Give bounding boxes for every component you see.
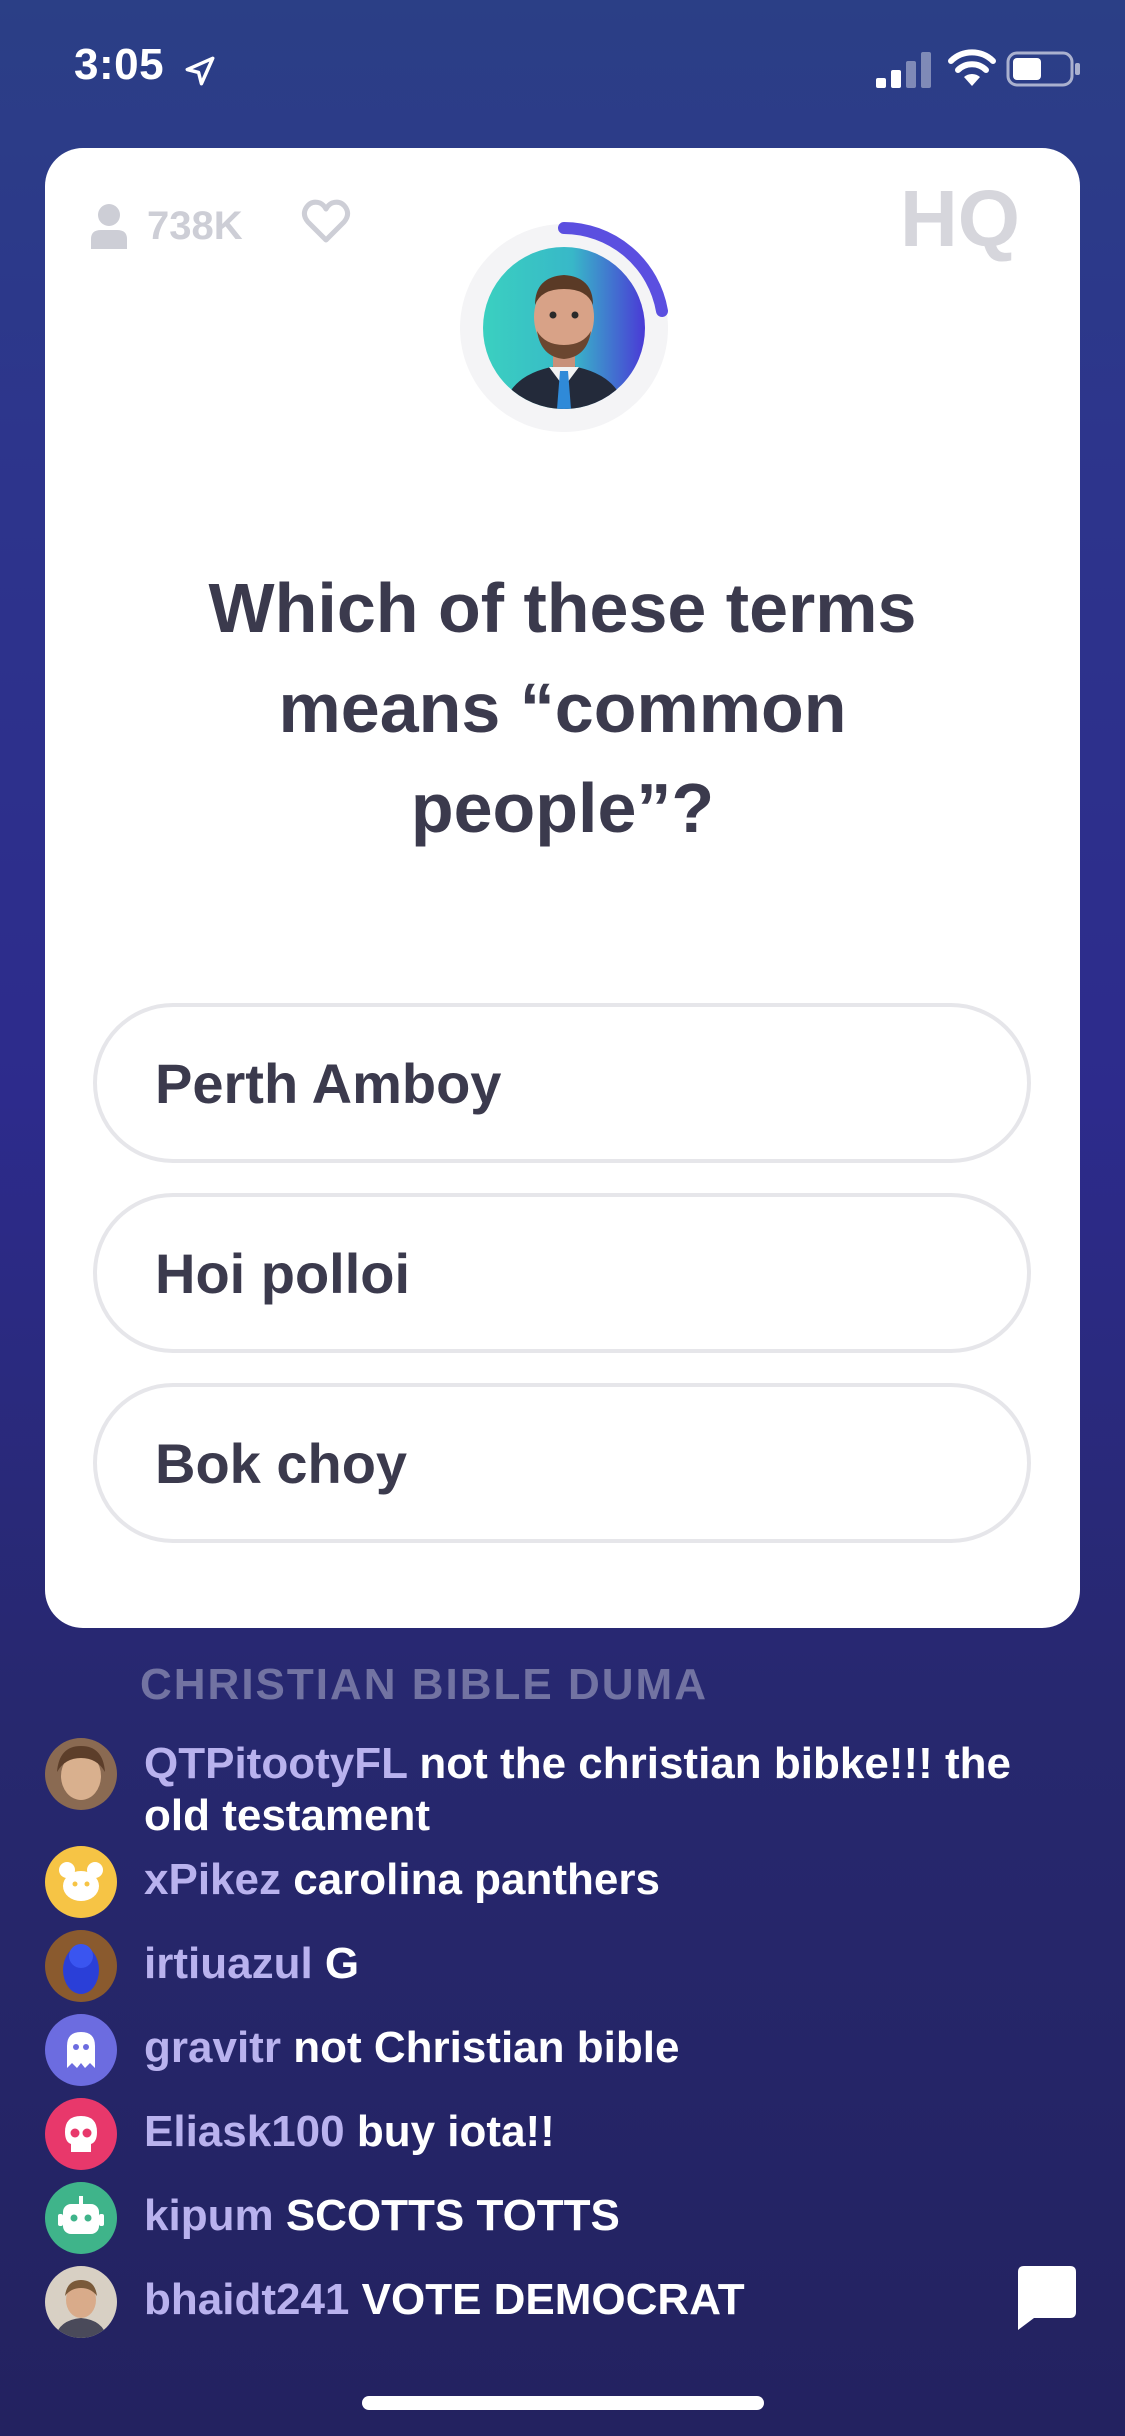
chat-username[interactable]: irtiuazul bbox=[144, 1939, 313, 1988]
chat-message-text: not Christian bible bbox=[293, 2023, 680, 2072]
status-bar: 3:05 bbox=[0, 0, 1125, 140]
wifi-icon bbox=[948, 49, 996, 86]
battery-icon bbox=[1006, 51, 1080, 87]
chat-message-text: SCOTTS TOTTS bbox=[285, 2191, 620, 2240]
chat-username[interactable]: QTPitootyFL bbox=[144, 1739, 407, 1788]
answer-option-2[interactable]: Hoi polloi bbox=[93, 1193, 1031, 1353]
chat-bubble-icon[interactable] bbox=[1010, 2262, 1082, 2334]
person-icon bbox=[91, 204, 127, 249]
cellular-signal-icon bbox=[876, 52, 931, 88]
chat-username[interactable]: kipum bbox=[144, 2191, 274, 2240]
chat-message: gravitr not Christian bible bbox=[45, 2014, 995, 2086]
chat-message: kipum SCOTTS TOTTS bbox=[45, 2182, 995, 2254]
host-portrait bbox=[483, 247, 645, 409]
viewer-count: 738K bbox=[147, 203, 243, 248]
chat-avatar bbox=[45, 1930, 117, 2002]
home-indicator[interactable] bbox=[362, 2396, 764, 2410]
chat-avatar bbox=[45, 2266, 117, 2338]
chat-username[interactable]: gravitr bbox=[144, 2023, 281, 2072]
chat-username[interactable]: bhaidt241 bbox=[144, 2275, 349, 2324]
answer-option-1[interactable]: Perth Amboy bbox=[93, 1003, 1031, 1163]
chat-message-text: carolina panthers bbox=[293, 1855, 660, 1904]
bear-avatar bbox=[45, 1846, 117, 1918]
question-card: 738K HQ Which of these terms means “comm… bbox=[45, 148, 1080, 1628]
hq-logo-text: HQ bbox=[900, 178, 1020, 262]
chat-message-text: G bbox=[324, 1939, 360, 1988]
host-avatar bbox=[483, 247, 645, 409]
chat-username[interactable]: xPikez bbox=[144, 1855, 281, 1904]
answer-option-3[interactable]: Bok choy bbox=[93, 1383, 1031, 1543]
chat-avatar bbox=[45, 1738, 117, 1810]
chat-message-text: VOTE DEMOCRAT bbox=[361, 2275, 745, 2324]
hq-logo: HQ bbox=[900, 178, 1020, 262]
skull-avatar bbox=[45, 2098, 117, 2170]
chat-message: irtiuazul G bbox=[45, 1930, 995, 2002]
chat-message-faded: CHRISTIAN BIBLE DUMA bbox=[140, 1660, 708, 1709]
status-time: 3:05 bbox=[74, 40, 165, 89]
chat-message-text: buy iota!! bbox=[356, 2107, 555, 2156]
viewer-counter: 738K bbox=[89, 196, 243, 256]
chat-message: bhaidt241 VOTE DEMOCRAT bbox=[45, 2266, 995, 2338]
chat-message: xPikez carolina panthers bbox=[45, 1846, 995, 1918]
chat-username[interactable]: Eliask100 bbox=[144, 2107, 345, 2156]
ghost-avatar bbox=[45, 2014, 117, 2086]
question-text: Which of these terms means “common peopl… bbox=[208, 569, 917, 847]
chat-message: QTPitootyFL not the christian bibke!!! t… bbox=[45, 1738, 1011, 1848]
location-arrow-icon bbox=[185, 56, 215, 86]
chat-message: Eliask100 buy iota!! bbox=[45, 2098, 995, 2170]
robot-avatar bbox=[45, 2182, 117, 2254]
heart-icon[interactable] bbox=[301, 198, 351, 244]
